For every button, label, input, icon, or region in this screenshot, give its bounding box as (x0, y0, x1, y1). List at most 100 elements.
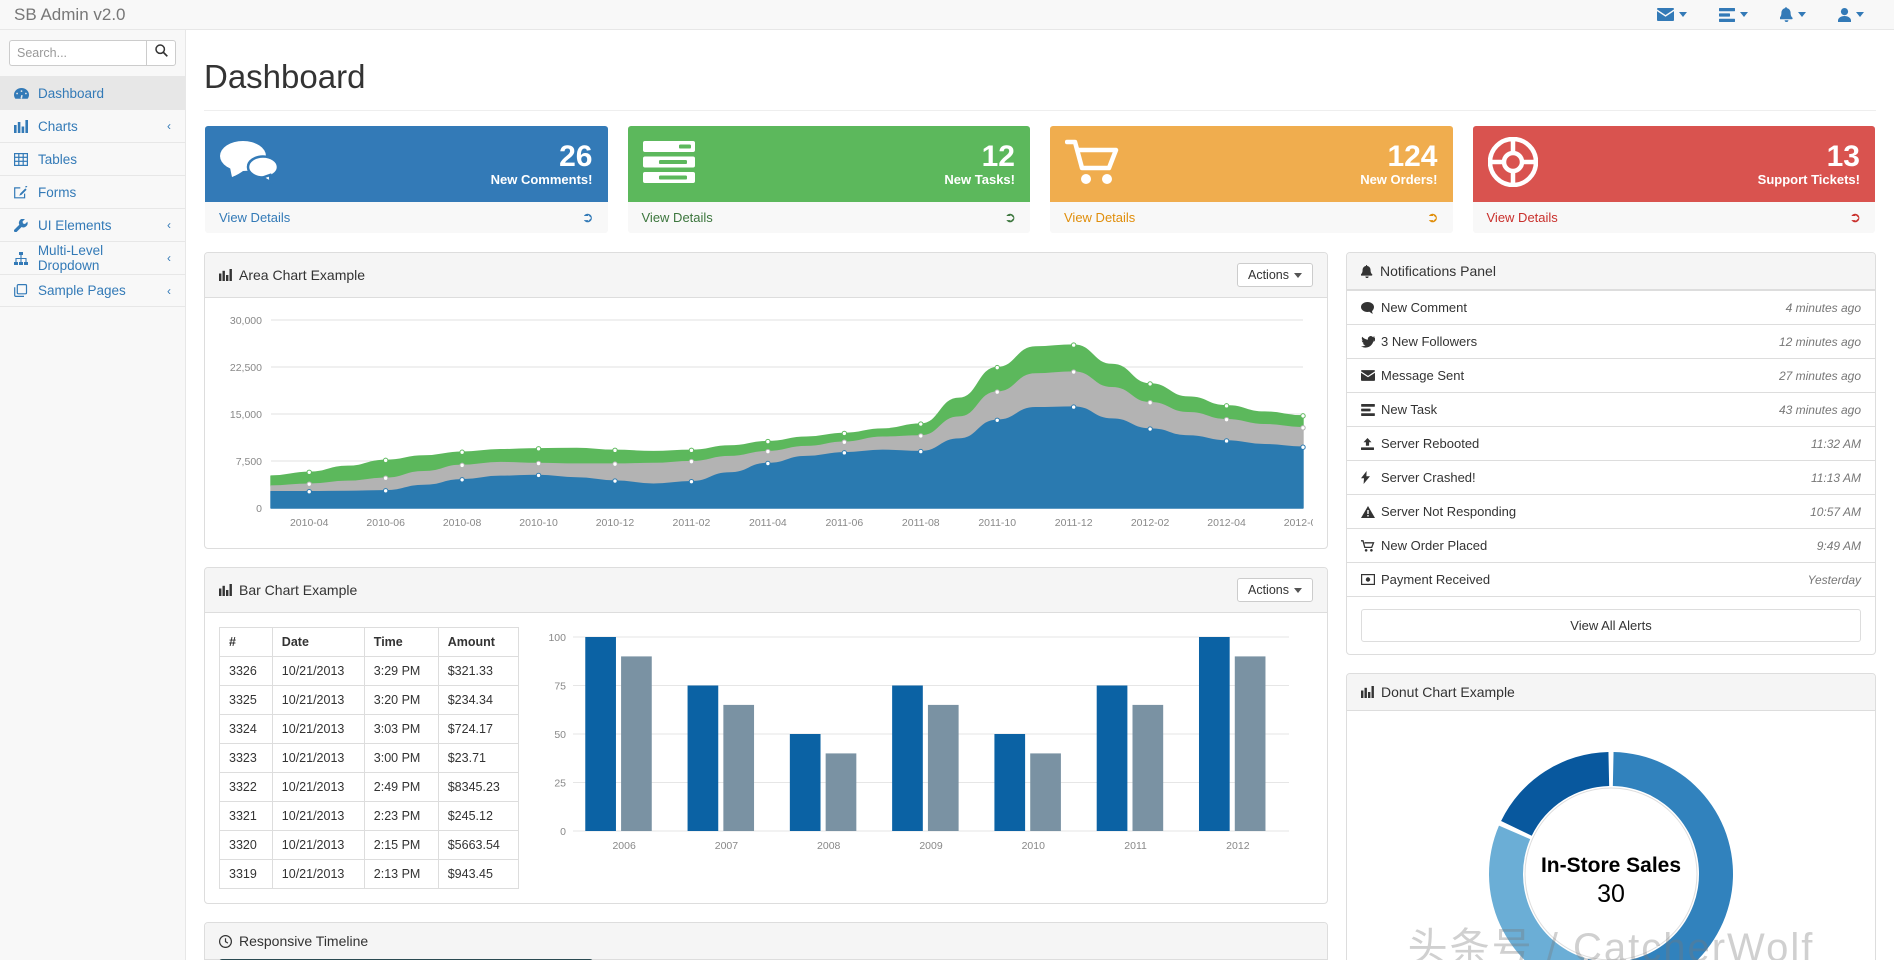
table-cell: 3:03 PM (363, 714, 439, 744)
notification-label: Server Rebooted (1381, 436, 1480, 451)
alerts-dropdown[interactable] (1764, 0, 1822, 30)
sidebar-item-label: Dashboard (38, 85, 105, 101)
envelope-icon (1361, 370, 1381, 381)
notification-time: 9:49 AM (1816, 538, 1861, 553)
area-chart-panel: Area Chart Example Actions 0 7,500 15,000 2… (204, 252, 1328, 549)
notification-label: New Order Placed (1381, 538, 1488, 553)
stat-card-support-tickets[interactable]: 13 Support Tickets! View Details ➲ (1472, 125, 1877, 234)
donut-chart-panel: Donut Chart Example In-Store Sales 30 头条号… (1346, 673, 1876, 960)
messages-dropdown[interactable] (1641, 0, 1703, 30)
transactions-table-wrapper: # Date Time Amount 3326 10/21/2013 3:29 PM $32… (219, 627, 520, 889)
sidebar-item-ui-elements[interactable]: UI Elements ‹ (0, 208, 185, 241)
table-cell: $724.17 (437, 714, 520, 744)
table-row[interactable]: 3320 10/21/2013 2:15 PM $5663.54 (219, 830, 520, 860)
view-all-alerts-button[interactable]: View All Alerts (1361, 609, 1861, 642)
brand-title[interactable]: SB Admin v2.0 (0, 0, 126, 30)
notification-item[interactable]: New Order Placed 9:49 AM (1347, 529, 1875, 563)
panel-header: Area Chart Example Actions (205, 253, 1327, 298)
sidebar-item-charts[interactable]: Charts ‹ (0, 109, 185, 142)
svg-text:2006: 2006 (612, 840, 636, 852)
dashboard-icon (14, 87, 31, 100)
tasks-dropdown[interactable] (1703, 0, 1764, 30)
sidebar-item-forms[interactable]: Forms (0, 175, 185, 208)
svg-text:2007: 2007 (715, 840, 739, 852)
table-row[interactable]: 3321 10/21/2013 2:23 PM $245.12 (219, 801, 520, 831)
sidebar-item-sample-pages[interactable]: Sample Pages ‹ (0, 274, 185, 307)
svg-text:2010-04: 2010-04 (290, 517, 329, 529)
table-column-header: Amount (437, 627, 520, 657)
notification-item[interactable]: New Comment 4 minutes ago (1347, 291, 1875, 325)
search-input[interactable] (9, 40, 146, 66)
table-cell: 2:15 PM (363, 830, 439, 860)
table-cell: $5663.54 (437, 830, 520, 860)
notification-item[interactable]: Server Rebooted 11:32 AM (1347, 427, 1875, 461)
donut-chart[interactable]: In-Store Sales 30 (1361, 729, 1861, 960)
notification-time: 11:13 AM (1810, 470, 1861, 485)
sidebar-search (0, 30, 185, 76)
table-row[interactable]: 3319 10/21/2013 2:13 PM $943.45 (219, 859, 520, 889)
stat-card-tasks[interactable]: 12 New Tasks! View Details ➲ (627, 125, 1032, 234)
stat-card-footer[interactable]: View Details ➲ (205, 202, 608, 233)
twitter-icon (1361, 335, 1381, 348)
bar-chart-panel: Bar Chart Example Actions # Date Time Amoun… (204, 567, 1328, 904)
svg-text:2011-02: 2011-02 (673, 517, 711, 529)
stat-card-comments[interactable]: 26 New Comments! View Details ➲ (204, 125, 609, 234)
sidebar-item-label: Multi-Level Dropdown (37, 243, 104, 273)
chevron-down-icon (1856, 12, 1864, 17)
panel-title: Bar Chart Example (239, 582, 358, 598)
svg-text:15,000: 15,000 (230, 409, 262, 421)
svg-text:22,500: 22,500 (230, 362, 262, 374)
table-cell: 3319 (219, 859, 273, 889)
table-cell: 3:20 PM (363, 685, 439, 715)
bar-actions-button[interactable]: Actions (1237, 578, 1313, 602)
table-cell: 10/21/2013 (271, 685, 365, 715)
table-row[interactable]: 3325 10/21/2013 3:20 PM $234.34 (219, 685, 520, 715)
notification-label: Server Crashed! (1381, 470, 1476, 485)
sidebar-item-dashboard[interactable]: Dashboard (0, 76, 185, 109)
table-row[interactable]: 3324 10/21/2013 3:03 PM $724.17 (219, 714, 520, 744)
user-dropdown[interactable] (1822, 0, 1880, 30)
search-button[interactable] (146, 40, 176, 66)
table-cell: 3:29 PM (363, 656, 439, 686)
notification-item[interactable]: Payment Received Yesterday (1347, 563, 1875, 597)
notification-label: Message Sent (1381, 368, 1465, 383)
comments-icon (220, 140, 282, 189)
stat-card-footer[interactable]: View Details ➲ (1472, 202, 1875, 233)
notification-item[interactable]: New Task 43 minutes ago (1347, 393, 1875, 427)
notification-item[interactable]: 3 New Followers 12 minutes ago (1347, 325, 1875, 359)
table-row[interactable]: 3323 10/21/2013 3:00 PM $23.71 (219, 743, 520, 773)
table-row[interactable]: 3326 10/21/2013 3:29 PM $321.33 (219, 656, 520, 686)
table-cell: 2:23 PM (363, 801, 439, 831)
tasks-icon (1719, 7, 1735, 22)
stat-card-body: 26 New Comments! (205, 126, 608, 202)
sidebar-item-tables[interactable]: Tables (0, 142, 185, 175)
bolt-icon (1361, 471, 1381, 484)
notifications-list: New Comment 4 minutes ago 3 New Followers 1… (1347, 290, 1875, 597)
circle-arrow-right-icon: ➲ (581, 209, 594, 225)
left-column: Area Chart Example Actions 0 7,500 15,000 2… (204, 252, 1328, 960)
stat-card-orders[interactable]: 124 New Orders! View Details ➲ (1049, 125, 1454, 234)
stat-card-footer[interactable]: View Details ➲ (1050, 202, 1453, 233)
table-cell: 3320 (219, 830, 273, 860)
area-actions-button[interactable]: Actions (1237, 263, 1313, 287)
notification-label: New Task (1381, 402, 1438, 417)
chevron-left-icon: ‹ (167, 119, 171, 133)
bar-chart[interactable]: 0 25 50 75 100 2006 2007 2008 2009 2010 2011 2012 (537, 627, 1313, 889)
stat-card-footer[interactable]: View Details ➲ (627, 202, 1030, 233)
panel-header: Responsive Timeline (205, 923, 1327, 960)
svg-text:0: 0 (256, 503, 262, 515)
table-cell: 3322 (219, 772, 273, 802)
table-column-header: Time (363, 627, 439, 657)
notification-item[interactable]: Message Sent 27 minutes ago (1347, 359, 1875, 393)
table-row[interactable]: 3322 10/21/2013 2:49 PM $8345.23 (219, 772, 520, 802)
notification-time: 10:57 AM (1810, 504, 1861, 519)
circle-arrow-right-icon: ➲ (1426, 209, 1439, 225)
sidebar-item-multi-level-dropdown[interactable]: Multi-Level Dropdown ‹ (0, 241, 185, 274)
notification-label: New Comment (1381, 300, 1467, 315)
svg-text:7,500: 7,500 (236, 456, 262, 468)
stat-card-values: 12 New Tasks! (944, 141, 1015, 188)
notification-item[interactable]: Server Not Responding 10:57 AM (1347, 495, 1875, 529)
notification-item[interactable]: Server Crashed! 11:13 AM (1347, 461, 1875, 495)
main-content: Dashboard 26 New Comments! View Details … (186, 30, 1894, 960)
area-chart[interactable]: 0 7,500 15,000 22,500 30,000 2010-04 2010-06 20… (219, 312, 1313, 534)
